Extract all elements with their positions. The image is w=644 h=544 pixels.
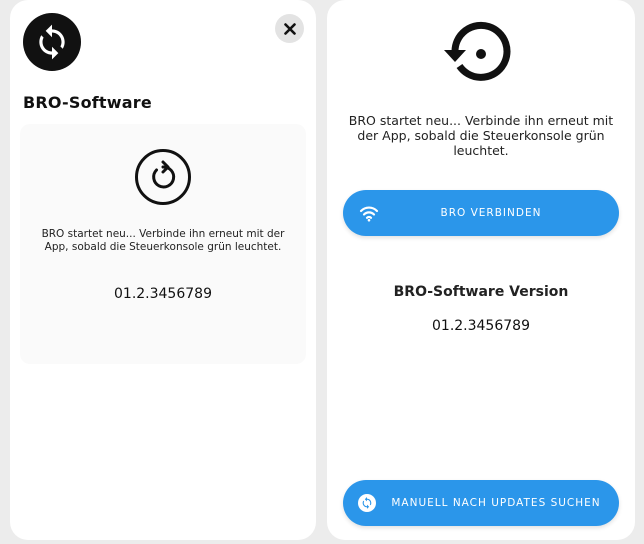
- wifi-icon: [359, 203, 379, 223]
- restart-message: BRO startet neu... Verbinde ihn erneut m…: [348, 113, 614, 158]
- restart-message: BRO startet neu... Verbinde ihn erneut m…: [41, 228, 285, 253]
- sync-icon: [23, 13, 81, 71]
- restore-icon: [439, 20, 515, 92]
- update-button-label: MANUELL NACH UPDATES SUCHEN: [391, 497, 601, 509]
- restart-icon: [134, 148, 192, 206]
- close-button[interactable]: [275, 14, 304, 43]
- connect-button-label: BRO VERBINDEN: [440, 207, 542, 219]
- dialog-title: BRO-Software: [23, 93, 152, 112]
- check-updates-button[interactable]: MANUELL NACH UPDATES SUCHEN: [343, 480, 619, 526]
- refresh-icon: [357, 493, 377, 513]
- version-number: 01.2.3456789: [114, 286, 212, 302]
- version-number: 01.2.3456789: [432, 318, 530, 334]
- software-dialog-card: BRO-Software BRO startet neu... Verbinde…: [10, 0, 316, 540]
- software-version-card: BRO startet neu... Verbinde ihn erneut m…: [327, 0, 635, 540]
- close-icon: [283, 22, 296, 35]
- version-title: BRO-Software Version: [393, 284, 569, 300]
- connect-bro-button[interactable]: BRO VERBINDEN: [343, 190, 619, 236]
